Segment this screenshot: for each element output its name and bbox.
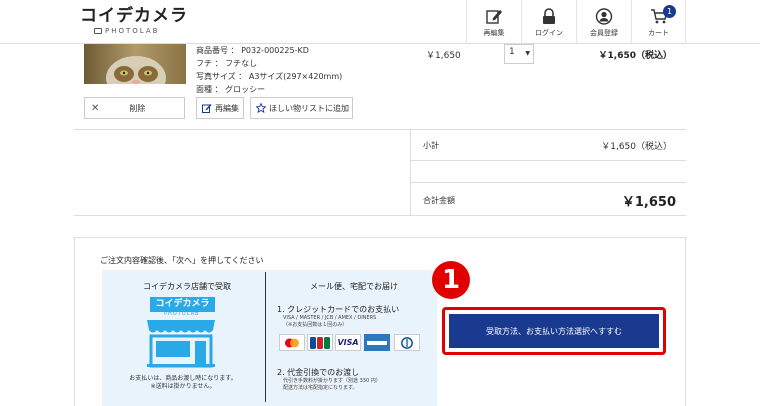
spec-border: フチ ： フチなし — [196, 59, 258, 68]
product-thumbnail[interactable] — [84, 44, 186, 84]
site-logo[interactable]: コイデカメラ PHOTOLAB — [80, 6, 188, 35]
nav-register[interactable]: 会員登録 — [576, 0, 631, 44]
edit-icon — [486, 10, 502, 24]
wishlist-button-label: ほしい物リストに追加 — [269, 103, 349, 113]
checkout-instruction: ご注文内容確認後、「次へ」を押してください — [100, 256, 264, 265]
proceed-to-payment-button[interactable]: 受取方法、お支払い方法選択へすすむ — [449, 314, 659, 348]
star-icon — [256, 103, 266, 113]
amex-logo — [364, 334, 390, 351]
logo-text: コイデカメラ — [80, 6, 188, 26]
reedit-button-label: 再編集 — [215, 103, 239, 113]
logo-subtext: PHOTOLAB — [94, 27, 188, 35]
divider — [74, 129, 686, 130]
user-icon — [595, 8, 613, 25]
credit-card-title: 1. クレジットカードでのお支払い — [277, 305, 400, 314]
quantity-select[interactable]: 1 ▼ — [504, 44, 534, 64]
nav-login-label: ログイン — [535, 29, 563, 37]
diners-logo — [394, 334, 420, 351]
subtotal-label: 小計 — [423, 141, 439, 150]
divider — [74, 215, 686, 216]
nav-login[interactable]: ログイン — [521, 0, 576, 44]
total-label: 合計金額 — [423, 196, 455, 205]
credit-card-installments: （※お支払回数は１回のみ） — [283, 322, 348, 328]
store-note-shipping: ※送料は掛かりません。 — [150, 383, 216, 390]
nav-register-label: 会員登録 — [590, 29, 618, 37]
nav-reedit-label: 再編集 — [483, 29, 505, 37]
divider — [410, 160, 686, 161]
line-total: ￥1,650（税込） — [598, 51, 672, 61]
credit-card-brands: VISA / MASTER / JCB / AMEX / DINERS — [283, 315, 377, 321]
divider — [410, 130, 411, 216]
chevron-down-icon: ▼ — [525, 50, 530, 57]
delete-button-label: 削除 — [129, 103, 146, 113]
step-number-badge: 1 — [432, 261, 470, 299]
unit-price: ￥1,650 — [426, 51, 461, 61]
nav-reedit[interactable]: 再編集 — [466, 0, 521, 44]
spec-surface: 面種 ： グロッシー — [196, 85, 266, 94]
nav-cart-label: カート — [648, 29, 669, 37]
product-specs: 商品番号 ： P032-000225-KD フチ ： フチなし 写真サイズ ： … — [196, 44, 342, 96]
guide-divider — [265, 272, 266, 402]
cod-title: 2. 代金引換でのお渡し — [277, 368, 360, 377]
divider — [410, 182, 686, 183]
logo-sub-label: PHOTOLAB — [105, 27, 160, 35]
jcb-logo — [307, 334, 333, 351]
spec-product-number: 商品番号 ： P032-000225-KD — [196, 46, 309, 55]
reedit-button[interactable]: 再編集 — [196, 97, 244, 119]
edit-icon — [202, 104, 212, 113]
delivery-title: メール便、宅配でお届け — [310, 282, 398, 291]
camera-icon — [94, 28, 102, 34]
total-value: ￥1,650 — [621, 195, 676, 210]
subtotal-value: ￥1,650（税込） — [601, 142, 672, 152]
visa-logo: VISA — [335, 334, 361, 351]
cart-count-badge: 1 — [663, 5, 676, 18]
site-header: コイデカメラ PHOTOLAB 再編集 ログイン 会員登録 カート 1 — [0, 0, 760, 44]
cod-shipping-note: 配送方法は宅配指定になります。 — [283, 385, 358, 391]
close-icon: ✕ — [91, 102, 100, 114]
quantity-value: 1 — [509, 47, 515, 57]
store-icon — [147, 320, 215, 368]
delete-button[interactable]: ✕ 削除 — [84, 97, 185, 119]
mastercard-logo — [279, 334, 305, 351]
header-nav: 再編集 ログイン 会員登録 カート 1 — [466, 0, 686, 44]
cod-fee-note: 代引き手数料が掛かります（別途 330 円） — [283, 378, 381, 384]
store-pickup-title: コイデカメラ店舗で受取 — [143, 282, 231, 291]
spec-photo-size: 写真サイズ ： A3サイズ(297×420mm) — [196, 72, 343, 81]
nav-cart[interactable]: カート 1 — [631, 0, 686, 44]
store-sign: コイデカメラ — [150, 297, 215, 312]
lock-icon — [543, 8, 555, 24]
store-sign-sub: PHOTOLAB — [164, 311, 200, 317]
add-to-wishlist-button[interactable]: ほしい物リストに追加 — [250, 97, 353, 119]
